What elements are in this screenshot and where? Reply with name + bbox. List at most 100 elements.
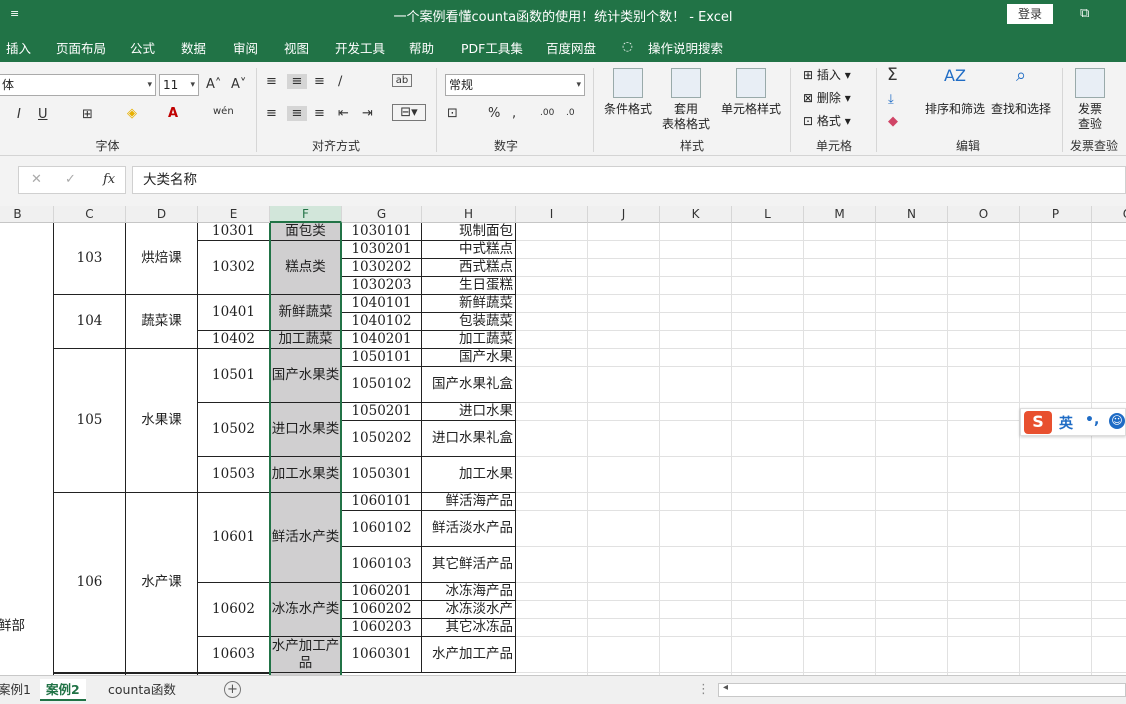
column-header-l[interactable]: L xyxy=(732,206,804,223)
conditional-formatting-button[interactable]: 条件格式 xyxy=(600,68,656,117)
subclass-name-cell[interactable]: 新鲜蔬菜 xyxy=(270,295,342,331)
item-name-cell[interactable]: 国产水果 xyxy=(422,349,516,367)
sheet-tab-case1[interactable]: 案例1 xyxy=(0,679,37,701)
tab-insert[interactable]: 插入 xyxy=(6,38,31,57)
column-header-k[interactable]: K xyxy=(660,206,732,223)
subclass-code-cell[interactable]: 10603 xyxy=(198,637,270,673)
delete-cells-button[interactable]: ⊠ 删除 ▾ xyxy=(803,91,863,106)
item-name-cell[interactable]: 新鲜蔬菜 xyxy=(422,295,516,313)
column-header-c[interactable]: C xyxy=(54,206,126,223)
tab-data[interactable]: 数据 xyxy=(181,38,206,57)
subclass-name-cell[interactable]: 国产水果类 xyxy=(270,349,342,403)
ribbon-display-icon[interactable]: ⧉ xyxy=(1080,6,1089,21)
column-header-i[interactable]: I xyxy=(516,206,588,223)
ime-toolbar[interactable]: S 英 •, ☺ xyxy=(1020,408,1126,436)
shrink-font-icon[interactable]: A˅ xyxy=(231,77,246,92)
item-code-cell[interactable]: 1040101 xyxy=(342,295,422,313)
subclass-code-cell[interactable]: 10401 xyxy=(198,295,270,331)
merge-center-icon[interactable]: ⊟▾ xyxy=(392,104,426,121)
phonetic-icon[interactable]: wén xyxy=(213,106,234,117)
tab-pdf-tools[interactable]: PDF工具集 xyxy=(461,38,523,57)
item-code-cell[interactable]: 1050201 xyxy=(342,403,422,421)
item-code-cell[interactable]: 1050102 xyxy=(342,367,422,403)
format-as-table-button[interactable]: 套用 表格格式 xyxy=(654,68,718,132)
ime-language[interactable]: 英 xyxy=(1059,413,1073,433)
subclass-name-cell[interactable]: 糕点类 xyxy=(270,241,342,295)
category-code-cell[interactable]: 105 xyxy=(54,349,126,493)
sheet-grid[interactable]: 鲜部 103 烘焙课 104 蔬菜课 105 水果课 106 水产课 10301 面包类 10302 糕… xyxy=(0,223,1126,675)
fill-color-icon[interactable]: ◈ xyxy=(127,106,137,121)
item-name-cell[interactable]: 中式糕点 xyxy=(422,241,516,259)
item-name-cell[interactable]: 国产水果礼盒 xyxy=(422,367,516,403)
tab-formulas[interactable]: 公式 xyxy=(130,38,155,57)
font-name-select[interactable]: 体 ▾ xyxy=(0,74,156,96)
underline-button[interactable]: U xyxy=(38,107,48,122)
decrease-decimal-icon[interactable]: .0 xyxy=(566,108,575,118)
item-code-cell[interactable]: 1060203 xyxy=(342,619,422,637)
font-color-icon[interactable]: A xyxy=(168,106,178,121)
tab-review[interactable]: 审阅 xyxy=(233,38,258,57)
column-header-q[interactable]: Q xyxy=(1092,206,1126,223)
wrap-text-icon[interactable]: ab xyxy=(392,74,412,87)
item-code-cell[interactable]: 1060202 xyxy=(342,601,422,619)
scroll-left-icon[interactable]: ◂ xyxy=(723,682,728,693)
font-size-select[interactable]: 11 ▾ xyxy=(159,74,199,96)
item-code-cell[interactable]: 1040102 xyxy=(342,313,422,331)
column-header-o[interactable]: O xyxy=(948,206,1020,223)
item-name-cell[interactable]: 西式糕点 xyxy=(422,259,516,277)
tab-baidu-netdisk[interactable]: 百度网盘 xyxy=(546,38,596,57)
item-name-cell[interactable]: 生日蛋糕 xyxy=(422,277,516,295)
subclass-code-cell[interactable]: 10503 xyxy=(198,457,270,493)
subclass-code-cell[interactable]: 10602 xyxy=(198,583,270,637)
align-bottom-icon[interactable]: ≡ xyxy=(314,74,325,89)
cell-styles-button[interactable]: 单元格样式 xyxy=(718,68,784,117)
accounting-format-icon[interactable]: ⊡ xyxy=(447,106,458,121)
increase-decimal-icon[interactable]: .00 xyxy=(540,108,554,118)
item-code-cell[interactable]: 1030101 xyxy=(342,223,422,241)
item-name-cell[interactable]: 加工蔬菜 xyxy=(422,331,516,349)
horizontal-scrollbar[interactable]: ◂ xyxy=(718,682,1126,697)
subclass-code-cell[interactable]: 10502 xyxy=(198,403,270,457)
column-header-b[interactable]: B xyxy=(0,206,54,223)
item-name-cell[interactable]: 冰冻淡水产 xyxy=(422,601,516,619)
orientation-icon[interactable]: ∕ xyxy=(338,74,342,89)
column-header-n[interactable]: N xyxy=(876,206,948,223)
dept-cell[interactable]: 鲜部 xyxy=(0,223,54,675)
item-name-cell[interactable]: 包装蔬菜 xyxy=(422,313,516,331)
item-name-cell[interactable]: 水产加工产品 xyxy=(422,637,516,673)
sheet-tab-case2[interactable]: 案例2 xyxy=(40,679,86,701)
find-select-button[interactable]: ⌕ 查找和选择 xyxy=(988,67,1054,117)
item-code-cell[interactable]: 1060101 xyxy=(342,493,422,511)
item-code-cell[interactable]: 1050101 xyxy=(342,349,422,367)
item-name-cell[interactable]: 进口水果 xyxy=(422,403,516,421)
column-header-g[interactable]: G xyxy=(342,206,422,223)
confirm-icon[interactable]: ✓ xyxy=(65,172,76,187)
ime-punctuation[interactable]: •, xyxy=(1085,412,1099,428)
number-format-select[interactable]: 常规 ▾ xyxy=(445,74,585,96)
align-middle-icon[interactable]: ≡ xyxy=(287,74,307,89)
item-name-cell[interactable]: 鲜活淡水产品 xyxy=(422,511,516,547)
item-code-cell[interactable]: 1030202 xyxy=(342,259,422,277)
column-header-h[interactable]: H xyxy=(422,206,516,223)
item-name-cell[interactable]: 进口水果礼盒 xyxy=(422,421,516,457)
add-sheet-icon[interactable]: + xyxy=(224,681,241,698)
align-center-icon[interactable]: ≡ xyxy=(287,106,307,121)
category-name-cell[interactable]: 水产课 xyxy=(126,493,198,673)
sheet-tab-counta[interactable]: counta函数 xyxy=(102,679,182,701)
subclass-code-cell[interactable]: 10301 xyxy=(198,223,270,241)
category-code-cell[interactable]: 104 xyxy=(54,295,126,349)
item-code-cell[interactable]: 1060102 xyxy=(342,511,422,547)
sort-filter-button[interactable]: AZ 排序和筛选 xyxy=(922,68,988,117)
subclass-name-cell[interactable]: 水产加工产品 xyxy=(270,637,342,673)
cancel-icon[interactable]: ✕ xyxy=(31,172,42,187)
insert-cells-button[interactable]: ⊞ 插入 ▾ xyxy=(803,68,863,83)
subclass-name-cell[interactable]: 进口水果类 xyxy=(270,403,342,457)
item-code-cell[interactable]: 1060301 xyxy=(342,637,422,673)
column-header-f[interactable]: F xyxy=(270,206,342,223)
column-header-j[interactable]: J xyxy=(588,206,660,223)
insert-function-icon[interactable]: fx xyxy=(103,172,115,187)
item-code-cell[interactable]: 1050301 xyxy=(342,457,422,493)
percent-style-button[interactable]: % xyxy=(488,106,500,121)
italic-button[interactable]: I xyxy=(17,107,21,122)
category-code-cell[interactable]: 106 xyxy=(54,493,126,673)
